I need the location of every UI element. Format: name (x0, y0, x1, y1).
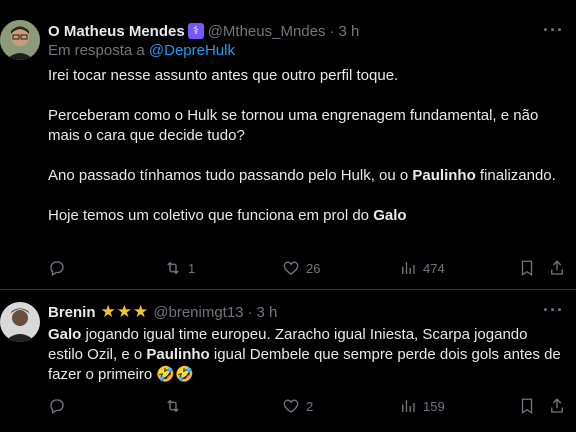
like-count: 26 (306, 260, 321, 276)
more-horizontal-icon[interactable]: ··· (543, 300, 564, 321)
tweet-actions: 2 159 (48, 396, 568, 416)
tweet-actions: 1 26 474 (48, 258, 568, 278)
tweet-paragraph: Irei tocar nesse assunto antes que outro… (48, 67, 399, 84)
views-icon (402, 400, 415, 412)
share-button[interactable] (548, 396, 566, 416)
handle[interactable]: @Mtheus_Mndes (208, 23, 326, 40)
share-button[interactable] (548, 258, 566, 278)
share-icon (551, 260, 563, 275)
laughing-emoji: 🤣🤣 (156, 366, 194, 383)
heart-icon (283, 261, 299, 275)
reply-icon (50, 261, 64, 276)
purple-badge-icon: ⚕ (187, 23, 204, 39)
tweet-text: Galo jogando igual time europeu. Zaracho… (48, 325, 563, 385)
avatar[interactable] (0, 20, 40, 60)
bookmark-icon (521, 260, 533, 277)
text-span: Ano passado tínhamos tudo passando pelo … (48, 167, 413, 184)
tweet-paragraph: Hoje temos um coletivo que funciona em p… (48, 206, 563, 226)
views-button[interactable]: 474 (399, 258, 445, 278)
views-button[interactable]: 159 (399, 396, 445, 416)
heart-icon (283, 399, 299, 413)
share-icon (551, 398, 563, 413)
text-span: finalizando. (475, 167, 556, 184)
reply-icon (50, 399, 64, 414)
tweet-1[interactable]: O Matheus Mendes ⚕ @Mtheus_Mndes · 3 h ·… (0, 0, 576, 290)
views-icon (402, 262, 415, 274)
display-name[interactable]: O Matheus Mendes (48, 23, 185, 40)
replying-to: Em resposta a @DepreHulk (48, 42, 235, 59)
bold-text: Paulinho (146, 346, 210, 363)
display-name[interactable]: Brenin (48, 304, 96, 321)
text-span: Hoje temos um coletivo que funciona em p… (48, 207, 374, 224)
timestamp[interactable]: 3 h (338, 23, 359, 40)
reply-button[interactable] (48, 258, 72, 278)
like-count: 2 (306, 398, 314, 414)
replying-prefix: Em resposta a (48, 42, 145, 59)
view-count: 159 (423, 398, 445, 414)
retweet-button[interactable] (164, 396, 188, 416)
timestamp[interactable]: 3 h (257, 304, 278, 321)
handle[interactable]: @brenimgt13 (153, 304, 243, 321)
tweet-text: Irei tocar nesse assunto antes que outro… (48, 66, 563, 226)
tweet-paragraph: Ano passado tínhamos tudo passando pelo … (48, 166, 563, 186)
bookmark-button[interactable] (518, 396, 536, 416)
avatar[interactable] (0, 302, 40, 342)
more-horizontal-icon[interactable]: ··· (543, 20, 564, 41)
bold-text: Paulinho (412, 167, 476, 184)
star-badge: ★★★ (100, 302, 150, 321)
tweet-header: O Matheus Mendes ⚕ @Mtheus_Mndes · 3 h (48, 21, 359, 41)
replying-to-link[interactable]: @DepreHulk (149, 42, 235, 59)
bookmark-button[interactable] (518, 258, 536, 278)
bookmark-icon (521, 398, 533, 415)
retweet-icon (167, 399, 179, 413)
separator-dot: · (329, 22, 335, 40)
view-count: 474 (423, 260, 445, 276)
bold-text: Galo (48, 326, 82, 343)
tweet-paragraph: Galo jogando igual time europeu. Zaracho… (48, 325, 563, 385)
reply-button[interactable] (48, 396, 72, 416)
retweet-button[interactable]: 1 (164, 258, 195, 278)
bold-text: Galo (373, 207, 407, 224)
tweet-paragraph: Perceberam como o Hulk se tornou uma eng… (48, 107, 539, 144)
like-button[interactable]: 26 (282, 258, 320, 278)
retweet-count: 1 (188, 260, 196, 276)
tweet-header: Brenin ★★★ @brenimgt13 · 3 h (48, 302, 277, 322)
retweet-icon (167, 261, 179, 275)
like-button[interactable]: 2 (282, 396, 313, 416)
separator-dot: · (247, 303, 253, 321)
